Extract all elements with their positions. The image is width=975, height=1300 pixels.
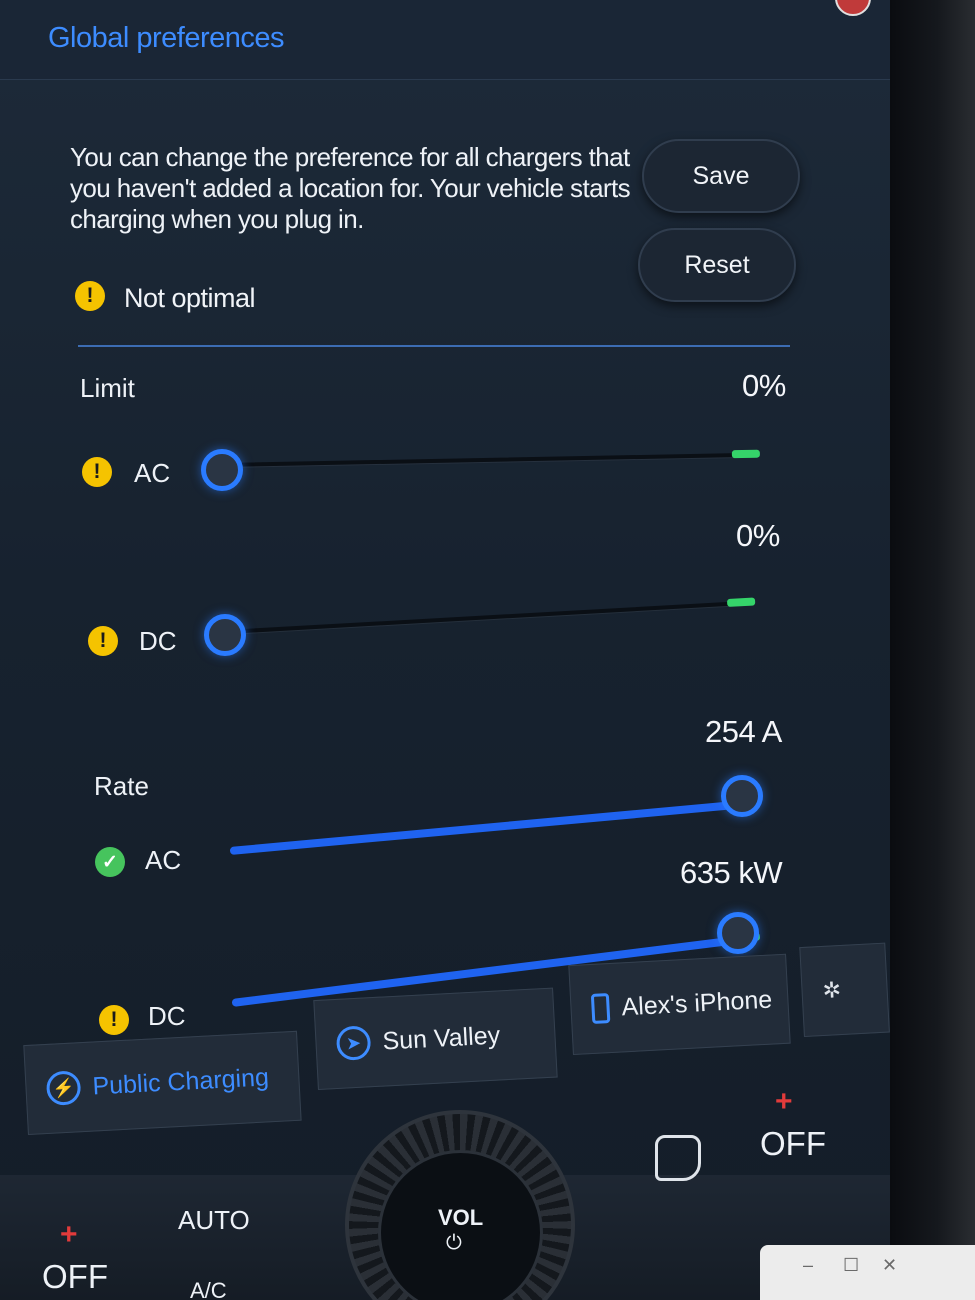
- tab-public-charging[interactable]: ⚡ Public Charging: [23, 1030, 302, 1135]
- divider: [78, 345, 790, 347]
- limit-dc-warning-icon: !: [88, 626, 118, 656]
- limit-dc-slider-track[interactable]: [225, 597, 756, 634]
- rate-dc-warning-icon: !: [99, 1005, 129, 1035]
- left-temp-up-icon[interactable]: +: [60, 1218, 78, 1252]
- tab-more[interactable]: ✲: [799, 942, 890, 1037]
- fan-icon: ✲: [821, 977, 842, 1003]
- profile-badge-icon[interactable]: [835, 0, 871, 16]
- phone-icon: [590, 993, 611, 1024]
- save-button[interactable]: Save: [642, 139, 800, 213]
- page-title: Global preferences: [48, 22, 285, 54]
- rate-ac-slider-fill: [229, 800, 747, 855]
- rate-ac-slider-knob[interactable]: [721, 775, 763, 817]
- rate-ac-label: AC: [145, 845, 182, 875]
- limit-ac-value: 0%: [742, 368, 786, 403]
- limit-dc-value: 0%: [736, 518, 780, 553]
- right-temp-off[interactable]: OFF: [760, 1125, 826, 1163]
- limit-ac-slider-knob[interactable]: [201, 449, 243, 491]
- rate-dc-value: 635 kW: [680, 855, 783, 890]
- rate-label: Rate: [94, 771, 149, 801]
- heated-seat-icon[interactable]: [655, 1135, 701, 1181]
- display-bezel: [890, 0, 975, 1300]
- reset-button[interactable]: Reset: [638, 228, 796, 302]
- limit-ac-label: AC: [134, 458, 171, 488]
- rate-dc-label: DC: [148, 1001, 186, 1031]
- tab-alexs-iphone-label: Alex's iPhone: [620, 985, 773, 1021]
- warning-icon: !: [75, 281, 105, 311]
- rate-ac-check-icon: ✓: [95, 847, 125, 877]
- maximize-icon[interactable]: ☐: [843, 1255, 859, 1276]
- left-temp-off[interactable]: OFF: [42, 1258, 108, 1296]
- limit-ac-slider-track[interactable]: [221, 449, 760, 467]
- limit-ac-max-marker: [731, 449, 760, 459]
- volume-label: VOL: [438, 1205, 484, 1230]
- rate-ac-value: 254 A: [705, 714, 782, 749]
- tab-alexs-iphone[interactable]: Alex's iPhone: [568, 953, 791, 1055]
- window-controls-bar: [760, 1245, 975, 1300]
- tab-public-charging-label: Public Charging: [91, 1062, 270, 1101]
- rate-ac-slider-track[interactable]: [229, 800, 747, 855]
- ac-button[interactable]: A/C: [190, 1278, 227, 1300]
- limit-dc-max-marker: [726, 597, 756, 607]
- limit-dc-label: DC: [139, 626, 177, 656]
- rate-dc-slider-knob[interactable]: [717, 912, 759, 954]
- limit-ac-warning-icon: !: [82, 457, 112, 487]
- header-bar: Global preferences: [0, 0, 890, 80]
- power-icon[interactable]: ⏻: [446, 1232, 462, 1255]
- preference-description: You can change the preference for all ch…: [70, 142, 631, 234]
- auto-climate-button[interactable]: AUTO: [178, 1205, 250, 1236]
- tab-sun-valley-label: Sun Valley: [381, 1020, 501, 1056]
- status-text: Not optimal: [124, 283, 256, 313]
- tab-sun-valley[interactable]: ➤ Sun Valley: [313, 987, 558, 1090]
- close-icon[interactable]: ✕: [882, 1255, 897, 1276]
- minimize-icon[interactable]: –: [803, 1255, 813, 1276]
- charging-icon: ⚡: [45, 1070, 82, 1106]
- right-temp-up-icon[interactable]: +: [775, 1085, 793, 1119]
- limit-label: Limit: [80, 373, 135, 403]
- settings-screen: Global preferences You can change the pr…: [0, 0, 890, 1300]
- location-arrow-icon: ➤: [335, 1025, 372, 1061]
- limit-dc-slider-knob[interactable]: [204, 614, 246, 656]
